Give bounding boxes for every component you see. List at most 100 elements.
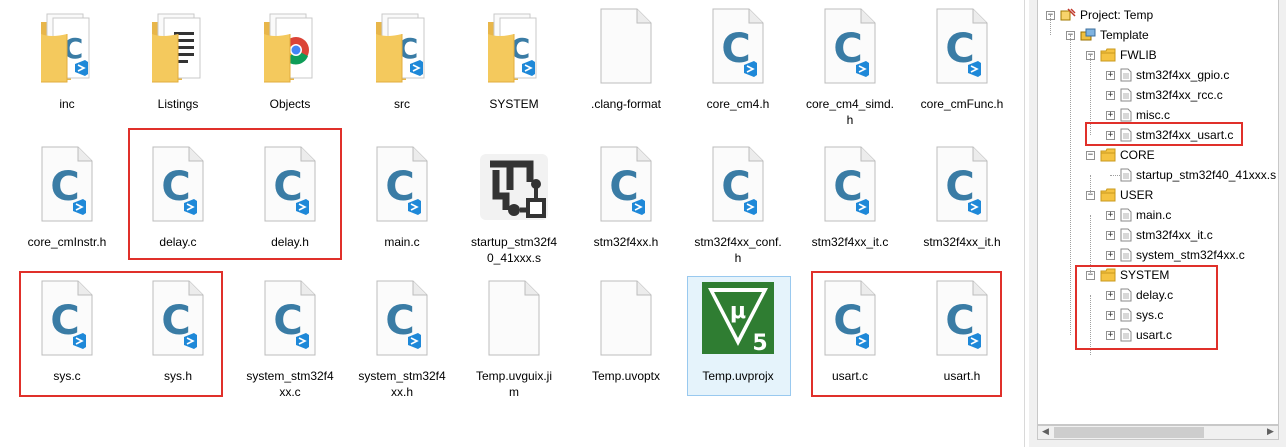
tree-node-label: Project: Temp xyxy=(1080,8,1154,22)
file-label: system_stm32f4 xx.h xyxy=(358,369,446,399)
collapse-icon[interactable]: − xyxy=(1086,151,1095,160)
file-item-startup-stm32f40-41xxx-s[interactable]: startup_stm32f4 0_41xxx.s xyxy=(462,138,566,268)
file-label: system_stm32f4 xx.c xyxy=(246,369,334,399)
uvision-project-icon: μ5 xyxy=(700,280,776,356)
expand-icon[interactable]: + xyxy=(1106,71,1115,80)
c-source-file-icon: C xyxy=(936,8,988,84)
c-source-file-icon: C xyxy=(936,146,988,222)
file-label: startup_stm32f4 0_41xxx.s xyxy=(470,235,558,265)
file-label: Listings xyxy=(157,97,199,111)
folder-icon xyxy=(152,8,204,84)
file-item-stm32f4xx-h[interactable]: Cstm32f4xx.h xyxy=(574,138,678,268)
file-item-src[interactable]: Csrc xyxy=(350,0,454,130)
tree-node-label: Template xyxy=(1100,28,1149,42)
tree-node-label: main.c xyxy=(1136,208,1172,222)
file-label: Temp.uvguix.ji m xyxy=(475,369,553,399)
horizontal-scrollbar[interactable]: ◀ ▶ xyxy=(1037,425,1279,440)
file-item-core-cmfunc-h[interactable]: Ccore_cmFunc.h xyxy=(910,0,1014,130)
highlight-box xyxy=(811,271,1002,397)
file-label: Objects xyxy=(269,97,311,111)
file-label: stm32f4xx_conf. h xyxy=(694,235,782,265)
file-label: Temp.uvoptx xyxy=(591,369,661,383)
file-item-core-cm4-h[interactable]: Ccore_cm4.h xyxy=(686,0,790,130)
file-item-core-cminstr-h[interactable]: Ccore_cmInstr.h xyxy=(15,138,119,268)
pane-divider[interactable] xyxy=(1024,0,1025,447)
c-source-file-icon: C xyxy=(376,280,428,356)
blank-file-icon xyxy=(600,280,652,356)
folder-icon: C xyxy=(488,8,540,84)
svg-text:5: 5 xyxy=(752,331,767,356)
file-label: SYSTEM xyxy=(489,97,539,111)
file-item-temp-uvprojx[interactable]: μ 5 Temp.uvprojx xyxy=(686,272,791,402)
folder-icon: C xyxy=(376,8,428,84)
file-item-stm32f4xx-conf-h[interactable]: Cstm32f4xx_conf. h xyxy=(686,138,790,268)
blank-file-icon xyxy=(600,8,652,84)
assembly-file-icon xyxy=(476,146,552,222)
file-icon xyxy=(1120,88,1132,108)
c-source-file-icon: C xyxy=(824,8,876,84)
folder-icon xyxy=(1100,188,1116,208)
highlight-box xyxy=(19,271,223,397)
highlight-box xyxy=(1075,265,1218,350)
c-source-file-icon: C xyxy=(41,146,93,222)
c-source-file-icon: C xyxy=(376,146,428,222)
tree-node-label: system_stm32f4xx.c xyxy=(1136,248,1245,262)
folder-icon xyxy=(264,8,316,84)
file-label: core_cm4.h xyxy=(706,97,770,111)
file-icon xyxy=(1120,228,1132,248)
svg-text:μ: μ xyxy=(730,299,746,324)
tree-connector xyxy=(1050,15,1051,35)
file-item-system-stm32f4xx-h[interactable]: Csystem_stm32f4 xx.h xyxy=(350,272,454,402)
file-item-main-c[interactable]: Cmain.c xyxy=(350,138,454,268)
file-icon xyxy=(1120,68,1132,88)
scroll-left-icon[interactable]: ◀ xyxy=(1038,426,1053,439)
file-label: core_cmFunc.h xyxy=(920,97,1004,111)
file-item-system-stm32f4xx-c[interactable]: Csystem_stm32f4 xx.c xyxy=(238,272,342,402)
c-source-file-icon: C xyxy=(264,280,316,356)
file-item-stm32f4xx-it-c[interactable]: Cstm32f4xx_it.c xyxy=(798,138,902,268)
file-item-core-cm4-simd-h[interactable]: Ccore_cm4_simd. h xyxy=(798,0,902,130)
file-label: core_cmInstr.h xyxy=(27,235,107,249)
file-item-clang-format[interactable]: .clang-format xyxy=(574,0,678,130)
scroll-right-icon[interactable]: ▶ xyxy=(1263,426,1278,439)
file-item-objects[interactable]: Objects xyxy=(238,0,342,130)
tree-connector xyxy=(1070,35,1071,335)
blank-file-icon xyxy=(488,280,540,356)
c-source-file-icon: C xyxy=(712,146,764,222)
file-label: stm32f4xx_it.h xyxy=(923,235,1001,249)
file-label: stm32f4xx.h xyxy=(593,235,659,249)
file-label: inc xyxy=(59,97,75,111)
file-item-listings[interactable]: Listings xyxy=(126,0,230,130)
tree-node-label: USER xyxy=(1120,188,1154,202)
file-label: main.c xyxy=(384,235,420,249)
tree-connector xyxy=(1090,175,1091,195)
file-item-stm32f4xx-it-h[interactable]: Cstm32f4xx_it.h xyxy=(910,138,1014,268)
file-icon xyxy=(1120,208,1132,228)
file-item-temp-uvguix-jim[interactable]: Temp.uvguix.ji m xyxy=(462,272,566,402)
expand-icon[interactable]: + xyxy=(1106,231,1115,240)
tree-node-label: CORE xyxy=(1120,148,1155,162)
file-label: stm32f4xx_it.c xyxy=(811,235,889,249)
tree-node-label: FWLIB xyxy=(1120,48,1157,62)
c-source-file-icon: C xyxy=(600,146,652,222)
file-explorer-grid: Cinc Listings Objects Csrc C SYSTEM .clang-for… xyxy=(0,0,1020,447)
file-label: .clang-format xyxy=(590,97,662,111)
project-tree: − Project: Temp − Template − FWLIB + stm32f4xx_… xyxy=(1037,0,1279,425)
file-item-temp-uvoptx[interactable]: Temp.uvoptx xyxy=(574,272,678,402)
expand-icon[interactable]: + xyxy=(1106,91,1115,100)
file-label: Temp.uvprojx xyxy=(702,369,774,383)
expand-icon[interactable]: + xyxy=(1106,111,1115,120)
highlight-box xyxy=(1085,122,1243,146)
file-item-inc[interactable]: Cinc xyxy=(15,0,119,130)
folder-icon xyxy=(1100,48,1116,68)
highlight-box xyxy=(128,128,342,260)
file-item-system[interactable]: C SYSTEM xyxy=(462,0,566,130)
tree-node-label: stm32f4xx_rcc.c xyxy=(1136,88,1223,102)
expand-icon[interactable]: + xyxy=(1106,251,1115,260)
expand-icon[interactable]: + xyxy=(1106,211,1115,220)
scroll-thumb[interactable] xyxy=(1054,427,1204,438)
c-source-file-icon: C xyxy=(824,146,876,222)
c-source-file-icon: C xyxy=(712,8,764,84)
target-icon xyxy=(1080,28,1096,48)
project-tree-panel: − Project: Temp − Template − FWLIB + stm32f4xx_… xyxy=(1029,0,1286,447)
